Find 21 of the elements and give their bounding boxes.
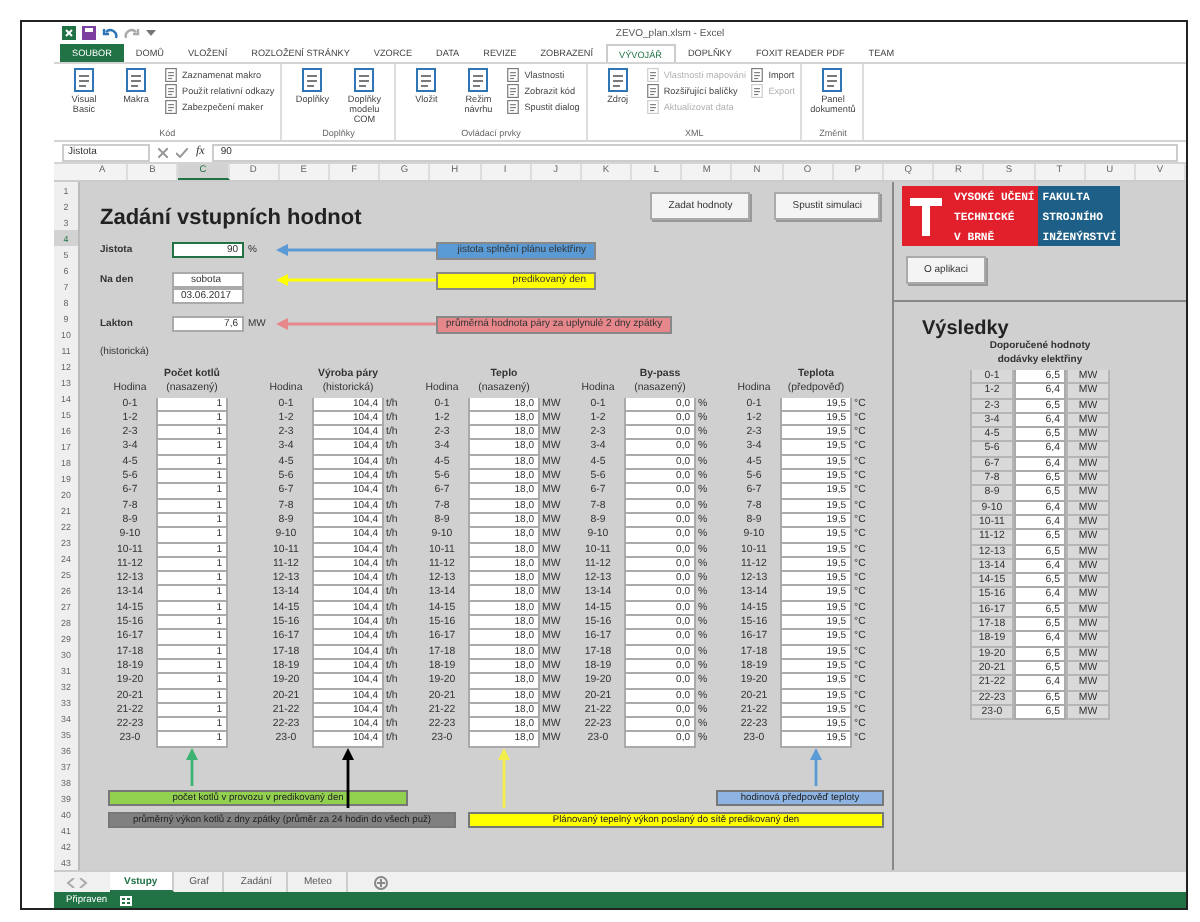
- document-icon: [466, 68, 491, 92]
- spreadsheet-app-icon[interactable]: [62, 26, 76, 40]
- document-icon: [72, 68, 96, 92]
- previous-sheet-icon[interactable]: [66, 877, 76, 887]
- sheet-icon: [119, 895, 132, 905]
- check-icon[interactable]: [176, 147, 188, 157]
- caret-icon[interactable]: [146, 29, 156, 37]
- document-icon: [820, 68, 845, 92]
- results-title: Výsledky: [922, 318, 1011, 340]
- next-sheet-icon[interactable]: [78, 877, 88, 887]
- sheet-title: Zadání vstupních hodnot: [100, 206, 362, 230]
- undo-icon[interactable]: [102, 27, 118, 39]
- add-sheet-icon[interactable]: [373, 875, 388, 889]
- document-icon: [605, 68, 630, 92]
- document-icon: [124, 68, 148, 92]
- document-icon: [414, 68, 439, 92]
- document-icon: [300, 68, 325, 92]
- redo-icon[interactable]: [124, 27, 140, 39]
- document-icon: [352, 68, 377, 92]
- cancel-icon[interactable]: [158, 147, 168, 157]
- save-icon[interactable]: [82, 26, 96, 40]
